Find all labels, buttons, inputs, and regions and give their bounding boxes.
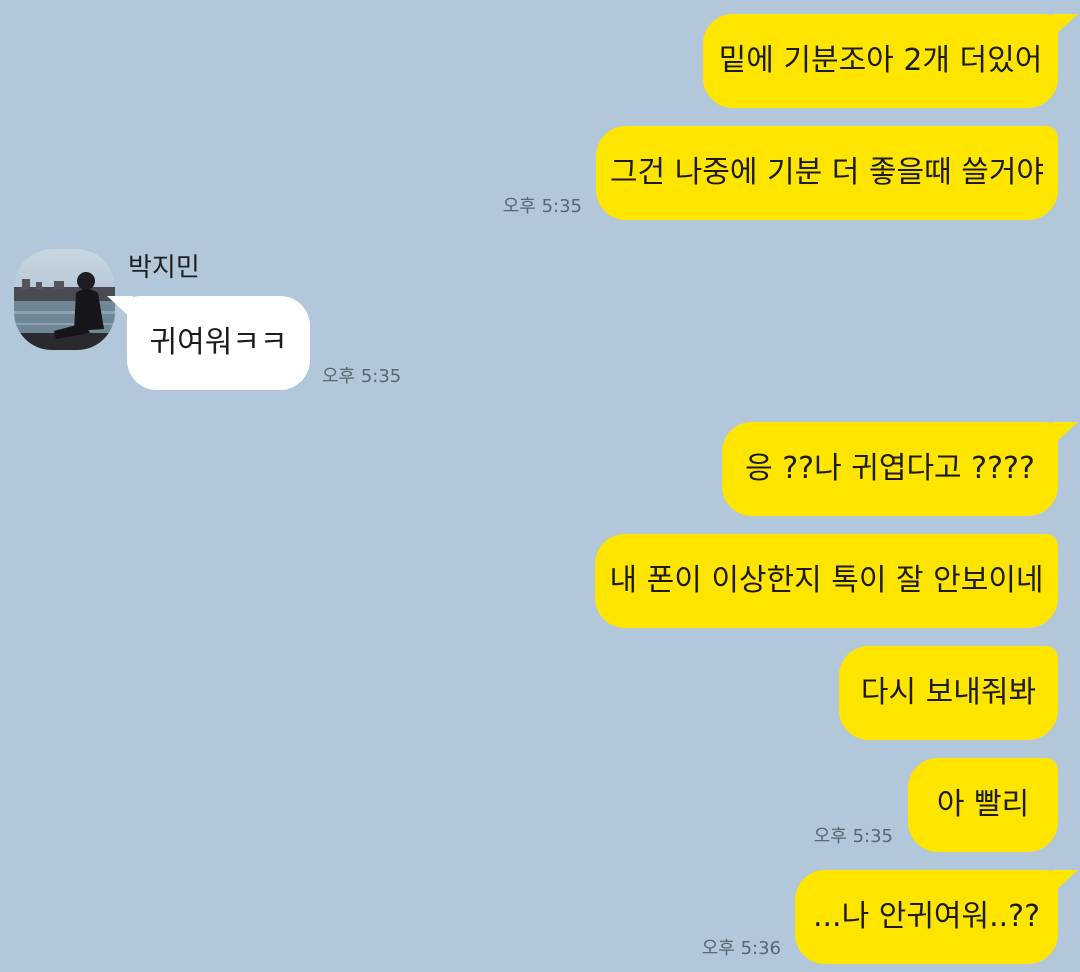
message-timestamp: 오후 5:35 xyxy=(322,366,402,387)
their-message-bubble[interactable]: 귀여워ㅋㅋ xyxy=(107,296,310,390)
message-text: 그건 나중에 기분 더 좋을때 쓸거야 xyxy=(609,155,1045,190)
message-text: 내 폰이 이상한지 톡이 잘 안보이네 xyxy=(609,563,1044,598)
my-message-bubble[interactable]: 응 ??나 귀엽다고 ???? xyxy=(722,422,1078,516)
profile-photo-icon xyxy=(14,249,115,350)
my-message-bubble[interactable]: 다시 보내줘봐 xyxy=(839,646,1058,740)
profile-avatar[interactable] xyxy=(14,249,115,350)
message-text: 밑에 기분조아 2개 더있어 xyxy=(718,43,1043,78)
message-timestamp: 오후 5:35 xyxy=(502,196,582,217)
my-message-bubble[interactable]: 그건 나중에 기분 더 좋을때 쓸거야 xyxy=(596,126,1058,220)
my-message-bubble[interactable]: 내 폰이 이상한지 톡이 잘 안보이네 xyxy=(595,534,1058,628)
message-text: 다시 보내줘봐 xyxy=(860,675,1037,710)
my-message-bubble[interactable]: 밑에 기분조아 2개 더있어 xyxy=(703,14,1078,108)
sender-name: 박지민 xyxy=(128,253,200,283)
my-message-bubble[interactable]: 아 빨리 xyxy=(908,758,1058,852)
message-text: 응 ??나 귀엽다고 ???? xyxy=(745,451,1035,486)
message-text: ...나 안귀여워..?? xyxy=(812,899,1041,934)
message-timestamp: 오후 5:35 xyxy=(813,826,893,847)
message-timestamp: 오후 5:36 xyxy=(701,938,781,959)
message-text: 귀여워ㅋㅋ xyxy=(149,325,288,360)
my-message-bubble[interactable]: ...나 안귀여워..?? xyxy=(795,870,1078,964)
message-text: 아 빨리 xyxy=(936,787,1030,822)
